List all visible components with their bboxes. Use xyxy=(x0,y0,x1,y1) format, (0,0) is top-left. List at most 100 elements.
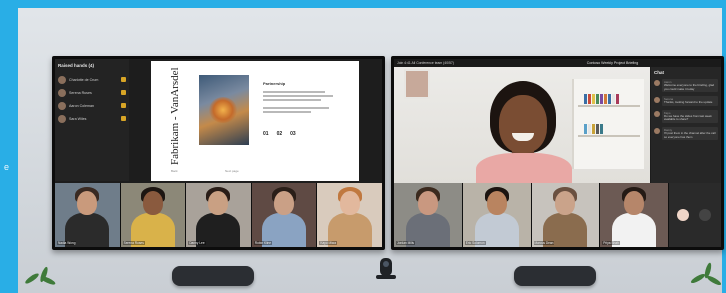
participant-name: Charlotte de Crum xyxy=(69,77,99,82)
tile-name: Robin Kline xyxy=(253,241,273,245)
avatar-icon xyxy=(58,75,66,84)
avatar-icon xyxy=(58,114,66,123)
plant-left xyxy=(22,266,58,293)
person-head xyxy=(624,191,645,215)
chat-text: Do we have the slides from last week ava… xyxy=(664,113,712,122)
self-view-controls xyxy=(669,183,721,247)
self-avatar-icon[interactable] xyxy=(677,209,689,221)
avatar-icon xyxy=(654,80,660,86)
tile-name: Priya Shah xyxy=(602,241,620,245)
participant-row[interactable]: Serena Ruses xyxy=(58,86,126,99)
chat-message: Serena Thanks, looking forward to the upd… xyxy=(654,96,718,106)
raise-hand-icon xyxy=(121,116,126,121)
person-head xyxy=(555,191,576,215)
wall-picture xyxy=(404,69,430,99)
tile-name: Nadia Wong xyxy=(57,241,77,245)
video-tile[interactable]: Marcus Dean xyxy=(531,183,600,247)
raise-hand-icon xyxy=(121,77,126,82)
doc-text-line xyxy=(263,111,311,113)
tile-name: Jordan Mills xyxy=(396,241,416,245)
avatar-icon xyxy=(654,97,660,104)
meeting-info: Join 4:41 All Conference team (40/57) xyxy=(397,61,454,65)
doc-back-link[interactable]: Back xyxy=(171,169,178,173)
doc-cover-image xyxy=(199,75,249,145)
speaker-face xyxy=(499,95,547,153)
video-tile[interactable]: Robin Kline xyxy=(251,183,317,247)
person-head xyxy=(417,191,438,215)
avatar-icon xyxy=(58,88,66,97)
doc-stat: 02 xyxy=(276,131,283,137)
video-tile[interactable]: Kayo Miwa xyxy=(317,183,382,247)
accent-bar-left xyxy=(0,0,18,293)
meeting-title: Contoso Weekly Project Briefing xyxy=(586,61,639,65)
left-screen: Raised hands (4) Charlotte de Crum Serena… xyxy=(55,59,382,247)
left-monitor: Raised hands (4) Charlotte de Crum Serena… xyxy=(52,56,385,250)
room-camera xyxy=(380,258,392,276)
video-tile[interactable]: Eric Solomon xyxy=(462,183,531,247)
participant-name: Sara Wiles xyxy=(69,116,87,121)
tile-name: Danny Lee xyxy=(188,241,206,245)
tile-name: Eric Solomon xyxy=(464,241,486,245)
doc-stat: 03 xyxy=(290,131,296,137)
room-camera-base xyxy=(376,275,396,279)
doc-stat: 01 xyxy=(263,131,269,137)
chat-panel: Chat Aaron Welcome everyone to the briefi… xyxy=(651,67,721,183)
chat-message: Danny I'll post them in the channel after… xyxy=(654,126,718,141)
meeting-room-photo: e Raised hands (4) Charlotte de Crum Sere… xyxy=(0,0,726,293)
person-head xyxy=(339,191,360,215)
video-tile[interactable]: Danny Lee xyxy=(186,183,251,247)
chat-text: Thanks, looking forward to the update xyxy=(664,100,713,105)
person-head xyxy=(274,191,295,215)
chat-bubble: Aaron Welcome everyone to the briefing, g… xyxy=(662,79,718,93)
participant-name: Serena Ruses xyxy=(69,90,92,95)
chat-message: Kayo Do we have the slides from last week… xyxy=(654,109,718,123)
active-speaker-video[interactable] xyxy=(394,67,650,183)
tile-name: Serena Ruses xyxy=(122,241,145,245)
tile-name: Marcus Dean xyxy=(533,241,555,245)
video-tile[interactable]: Jordan Mills xyxy=(394,183,462,247)
avatar-icon xyxy=(654,127,660,134)
doc-text-line xyxy=(263,95,333,97)
video-tile[interactable]: Nadia Wong xyxy=(55,183,120,247)
speaker-bar-right xyxy=(514,266,596,286)
chat-bubble: Danny I'll post them in the channel after… xyxy=(662,126,718,141)
person-head xyxy=(142,191,163,215)
chat-bubble: Serena Thanks, looking forward to the upd… xyxy=(662,96,718,106)
right-screen: Join 4:41 All Conference team (40/57) Co… xyxy=(394,59,721,247)
chat-text: Welcome everyone to the briefing, glad y… xyxy=(664,83,715,91)
doc-next-link[interactable]: Next page xyxy=(225,169,239,173)
video-gallery-left: Nadia Wong Serena Ruses Danny Lee Robin Kli… xyxy=(55,183,382,247)
tile-name: Kayo Miwa xyxy=(319,241,337,245)
video-tile[interactable]: Priya Shah xyxy=(600,183,668,247)
doc-text-line xyxy=(263,91,325,93)
bookshelf xyxy=(572,79,644,169)
doc-stats: 01 02 03 xyxy=(263,131,296,137)
avatar-icon xyxy=(58,101,66,110)
raise-hand-icon xyxy=(121,103,126,108)
panel-title: Raised hands (4) xyxy=(58,63,95,68)
doc-title-text: Fabrikam - VanArsdel xyxy=(169,67,181,165)
speaker-body xyxy=(476,153,572,183)
accent-bar-top xyxy=(0,0,726,8)
chat-title: Chat xyxy=(654,70,664,75)
doc-text-line xyxy=(263,107,329,109)
meeting-topbar: Join 4:41 All Conference team (40/57) Co… xyxy=(394,59,721,67)
right-monitor: Join 4:41 All Conference team (40/57) Co… xyxy=(391,56,724,250)
doc-heading: Partnership xyxy=(263,81,286,86)
video-gallery-right: Jordan Mills Eric Solomon Marcus Dean Priya… xyxy=(394,183,721,247)
participant-row[interactable]: Aaron Coleman xyxy=(58,99,126,112)
avatar-icon xyxy=(654,110,660,117)
participant-row[interactable]: Sara Wiles xyxy=(58,112,126,125)
end-call-icon[interactable] xyxy=(699,209,711,221)
raise-hand-icon xyxy=(121,90,126,95)
person-head xyxy=(77,191,98,215)
doc-vertical-title: Fabrikam - VanArsdel xyxy=(155,67,195,165)
doc-text-line xyxy=(263,99,321,101)
raised-hands-panel: Raised hands (4) Charlotte de Crum Serena… xyxy=(55,59,129,181)
video-tile[interactable]: Serena Ruses xyxy=(120,183,186,247)
person-head xyxy=(208,191,229,215)
chat-bubble: Kayo Do we have the slides from last week… xyxy=(662,109,718,123)
chat-text: I'll post them in the channel after the … xyxy=(664,130,716,139)
participant-row[interactable]: Charlotte de Crum xyxy=(58,73,126,86)
speaker-bar-left xyxy=(172,266,254,286)
